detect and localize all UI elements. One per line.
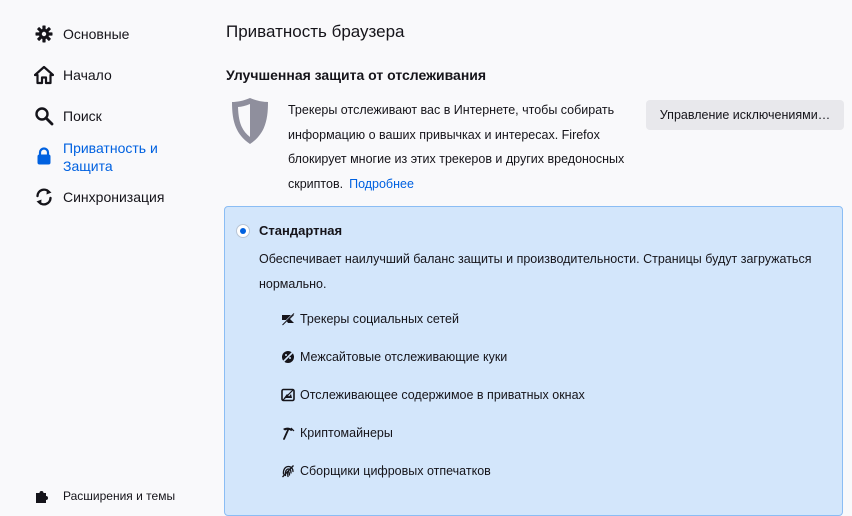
sidebar-item-label: Основные — [63, 26, 130, 42]
standard-radio[interactable] — [236, 224, 250, 238]
sidebar-item-label: Начало — [63, 67, 112, 83]
gear-icon — [34, 24, 54, 44]
standard-title: Стандартная — [259, 223, 343, 238]
sidebar-item-label: Синхронизация — [63, 189, 165, 205]
sidebar-item-search[interactable]: Поиск — [34, 106, 102, 126]
standard-description: Обеспечивает наилучший баланс защиты и п… — [259, 252, 812, 291]
feature-item: Отслеживающее содержимое в приватных окн… — [281, 388, 585, 402]
feature-item: Межсайтовые отслеживающие куки — [281, 350, 507, 364]
puzzle-icon — [34, 488, 50, 504]
standard-protection-card[interactable]: Стандартная Обеспечивает наилучший балан… — [224, 206, 843, 516]
feature-label: Сборщики цифровых отпечатков — [300, 464, 491, 478]
home-icon — [34, 65, 54, 85]
cookie-icon — [281, 350, 295, 364]
feature-item: Сборщики цифровых отпечатков — [281, 464, 491, 478]
social-tracker-icon — [281, 312, 295, 326]
etp-description-text: Трекеры отслеживают вас в Интернете, что… — [288, 103, 625, 191]
sync-icon — [34, 187, 54, 207]
sidebar: Основные Начало Поиск Приватность и Защи… — [0, 0, 210, 503]
feature-label: Трекеры социальных сетей — [300, 312, 459, 326]
feature-label: Межсайтовые отслеживающие куки — [300, 350, 508, 364]
learn-more-link[interactable]: Подробнее — [349, 177, 414, 191]
cryptominer-icon — [281, 426, 295, 440]
feature-label: Отслеживающее содержимое в приватных окн… — [300, 388, 585, 402]
sidebar-item-label: Приватность и Защита — [63, 140, 158, 174]
section-title: Улучшенная защита от отслеживания — [226, 67, 487, 83]
shield-icon — [230, 96, 270, 146]
sidebar-item-sync[interactable]: Синхронизация — [34, 187, 164, 207]
feature-label: Криптомайнеры — [300, 426, 393, 440]
sidebar-item-privacy[interactable]: Приватность и Защита — [34, 138, 173, 175]
sidebar-item-label: Расширения и темы — [63, 489, 176, 503]
manage-exceptions-button[interactable]: Управление исключениями… — [646, 100, 844, 130]
sidebar-item-home[interactable]: Начало — [34, 65, 112, 85]
feature-item: Криптомайнеры — [281, 426, 393, 440]
lock-icon — [34, 146, 54, 166]
fingerprinter-icon — [281, 464, 295, 478]
page-title: Приватность браузера — [226, 22, 405, 41]
search-icon — [34, 106, 54, 126]
sidebar-item-label: Поиск — [63, 108, 102, 124]
feature-item: Трекеры социальных сетей — [281, 312, 459, 326]
etp-description: Трекеры отслеживают вас в Интернете, что… — [288, 98, 648, 196]
sidebar-item-extensions[interactable]: Расширения и темы — [34, 488, 175, 504]
sidebar-item-general[interactable]: Основные — [34, 24, 129, 44]
tracking-content-icon — [281, 388, 295, 402]
